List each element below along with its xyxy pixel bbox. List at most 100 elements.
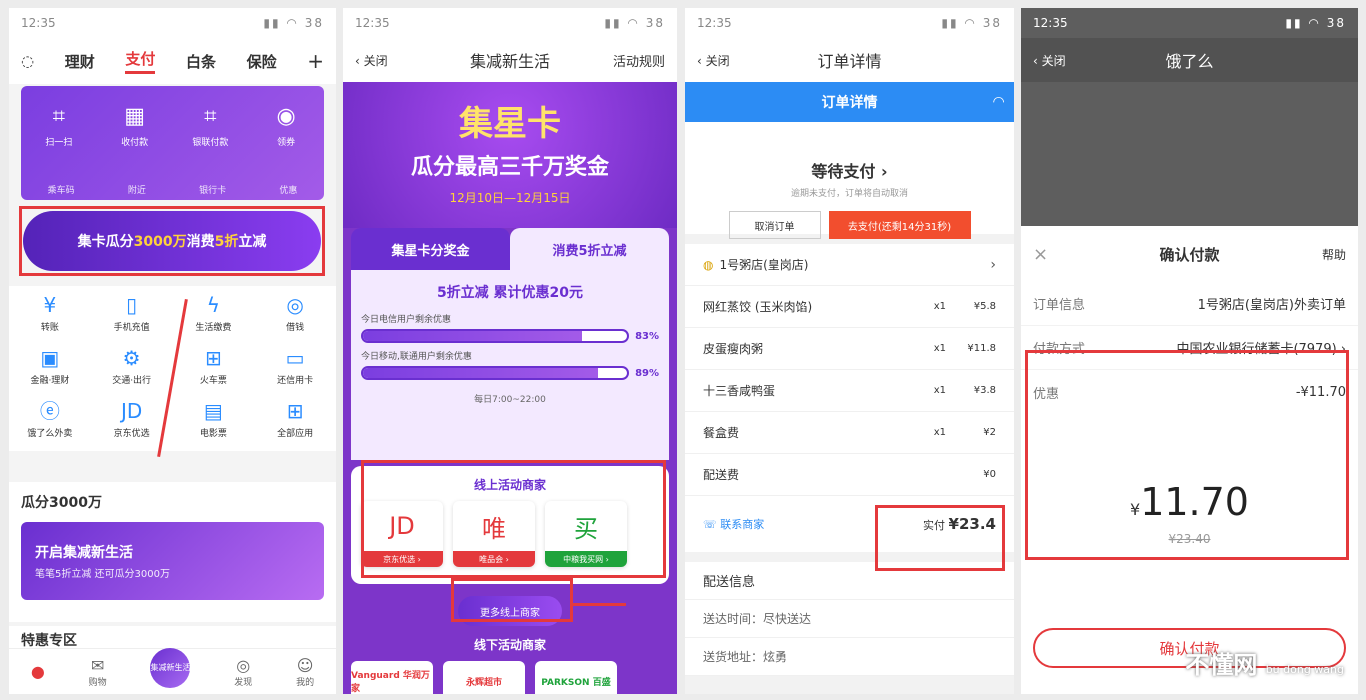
shop-row[interactable]: ◍ 1号粥店(皇岗店) › [685, 244, 1014, 286]
mobile-progress [361, 366, 629, 380]
cancel-order-button[interactable]: 取消订单 [728, 211, 821, 239]
promo-card[interactable]: 开启集减新生活 笔笔5折立减 还可瓜分3000万 [21, 522, 324, 600]
status-bar: 12:35 ▮▮ ◠ 38 [1033, 16, 1346, 30]
grid-icon: ¥ [43, 293, 57, 317]
wait-status[interactable]: 等待支付 › [811, 162, 887, 181]
back-button[interactable]: ‹ 关闭 [697, 52, 730, 69]
status-bar: 12:35 ▮▮ ◠ 38 [685, 8, 1014, 38]
grid-item[interactable]: ▭ 还信用卡 [254, 343, 336, 386]
hero-banner: 集星卡 瓜分最高三千万奖金 12月10日—12月15日 [343, 82, 677, 228]
watermark: 不懂网 bu dong wang [1185, 651, 1344, 679]
phone-order-detail: 12:35 ▮▮ ◠ 38 ‹ 关闭 订单详情 订单详情 ◠ 等待支付 › 逾期未支… [685, 8, 1014, 694]
unionpay-icon: ⌗ [204, 104, 217, 129]
activity-tabs: 集星卡分奖金 消费5折立减 [351, 228, 669, 270]
highlight-box [1025, 350, 1349, 560]
chat-icon[interactable]: ◌ [21, 52, 34, 70]
order-info-row: 订单信息 1号粥店(皇岗店)外卖订单 [1021, 282, 1358, 326]
nearby-link[interactable]: 附近 [128, 183, 146, 196]
order-item: 餐盒费 x1 ¥2 [685, 412, 1014, 454]
grid-item[interactable]: ▤ 电影票 [173, 396, 255, 439]
compass-icon: ◎ [236, 655, 251, 675]
back-button[interactable]: ‹ 关闭 [355, 52, 388, 69]
bottom-tabbar: ● ✉ 购物 集减新生活 ◎ 发现 ☺ 我的 [9, 647, 336, 694]
status-bar: 12:35 ▮▮ ◠ 38 [9, 8, 336, 38]
tab-pay[interactable]: 支付 [125, 48, 156, 74]
grid-icon: JD [120, 399, 143, 423]
coupon-button[interactable]: ◉ 领券 [256, 104, 316, 148]
status-time: 12:35 [21, 16, 56, 30]
page-title: 饿了么 [1165, 52, 1214, 71]
tab-discover[interactable]: ◎ 发现 [234, 656, 252, 688]
phone-jijian: 12:35 ▮▮ ◠ 38 ‹ 关闭 集减新生活 活动规则 集星卡 瓜分最高三千万… [343, 8, 677, 694]
section-divide: 瓜分3000万 开启集减新生活 笔笔5折立减 还可瓜分3000万 [9, 482, 336, 622]
offline-merchant[interactable]: Vanguard 华润万家 [351, 661, 433, 694]
highlight-box [361, 460, 666, 578]
annotation-arrow [570, 603, 626, 606]
go-pay-button[interactable]: 去支付(还剩14分31秒) [828, 211, 971, 239]
discount-panel: 5折立减 累计优惠20元 今日电信用户剩余优惠 83% 今日移动,联通用户剩余优… [351, 270, 669, 460]
highlight-box [451, 578, 573, 622]
grid-item[interactable]: ⓔ 饿了么外卖 [9, 396, 91, 439]
grid-item[interactable]: ⚙ 交通·出行 [91, 343, 173, 386]
back-button[interactable]: ‹ 关闭 [1033, 52, 1066, 69]
tab-star-card[interactable]: 集星卡分奖金 [351, 228, 510, 270]
offline-merchants: Vanguard 华润万家 永辉超市 PARKSON 百盛 [351, 661, 669, 694]
phone-confirm-pay: 12:35 ▮▮ ◠ 38 ‹ 关闭 饿了么 × 确认付款 帮助 订单信息 1号粥店… [1021, 8, 1358, 694]
highlight-box [875, 505, 1005, 571]
grid-icon: ⊞ [286, 399, 304, 423]
tab-insurance[interactable]: 保险 [247, 51, 277, 72]
mic-button[interactable]: ● [31, 662, 45, 681]
grid-item[interactable]: ▣ 金融·理财 [9, 343, 91, 386]
discount-link[interactable]: 优惠 [279, 183, 297, 196]
confirm-header: × 确认付款 帮助 [1021, 226, 1358, 282]
offline-merchant[interactable]: 永辉超市 [443, 661, 525, 694]
grid-item[interactable]: ▯ 手机充值 [91, 290, 173, 333]
status-icons: ▮▮ ◠ 38 [263, 16, 324, 30]
service-icon[interactable]: ◠ [993, 94, 1004, 110]
pay-code-button[interactable]: ▦ 收付款 [105, 104, 165, 148]
grid-icon: ⊞ [204, 346, 222, 370]
wait-pay-card: 等待支付 › 逾期未支付，订单将自动取消 取消订单 去支付(还剩14分31秒) [685, 122, 1014, 239]
rules-link[interactable]: 活动规则 [613, 51, 665, 70]
highlight-box [19, 206, 325, 276]
tab-me[interactable]: ☺ 我的 [296, 656, 314, 688]
tab-licai[interactable]: 理财 [65, 51, 95, 72]
coupon-icon: ◉ [276, 104, 296, 129]
contact-merchant[interactable]: ☏ 联系商家 [703, 516, 764, 532]
tab-jijian[interactable]: 集减新生活 [150, 647, 191, 688]
order-item: 皮蛋瘦肉粥 x1 ¥11.8 [685, 328, 1014, 370]
user-icon: ☺ [296, 655, 314, 675]
grid-item[interactable]: ⊞ 全部应用 [254, 396, 336, 439]
plus-icon[interactable]: + [307, 49, 324, 73]
offline-title: 线下活动商家 [473, 638, 546, 652]
pay-card: ⌗ 扫一扫 ▦ 收付款 ⌗ 银联付款 ◉ 领券 乘车码 附近 银行卡 优惠 [21, 86, 324, 200]
dimmed-background: 12:35 ▮▮ ◠ 38 ‹ 关闭 饿了么 [1021, 8, 1358, 226]
help-link[interactable]: 帮助 [1322, 246, 1346, 263]
tab-baitiao[interactable]: 白条 [186, 51, 216, 72]
confirm-title: 确认付款 [1159, 245, 1220, 264]
delivery-info: 配送信息 送达时间：尽快送达 送货地址：炫勇 [685, 562, 1014, 676]
bank-card-link[interactable]: 银行卡 [199, 183, 226, 196]
header: ‹ 关闭 订单详情 [685, 38, 1014, 82]
grid-item[interactable]: ◎ 借钱 [254, 290, 336, 333]
scan-button[interactable]: ⌗ 扫一扫 [29, 104, 89, 148]
grid-item[interactable]: ⊞ 火车票 [173, 343, 255, 386]
grid-icon: ▭ [285, 346, 305, 370]
unionpay-button[interactable]: ⌗ 银联付款 [180, 104, 240, 148]
order-item: 十三香咸鸭蛋 x1 ¥3.8 [685, 370, 1014, 412]
grid-icon: ⓔ [39, 399, 60, 423]
status-bar: 12:35 ▮▮ ◠ 38 [343, 8, 677, 38]
scan-icon: ⌗ [52, 104, 66, 129]
mic-icon: ● [30, 662, 45, 681]
tab-shopping[interactable]: ✉ 购物 [89, 656, 107, 688]
ride-code-link[interactable]: 乘车码 [48, 183, 75, 196]
grid-icon: ▤ [203, 399, 223, 423]
mail-icon: ✉ [90, 655, 105, 675]
header: ‹ 关闭 集减新生活 活动规则 [343, 38, 677, 82]
order-item: 配送费 ¥0 [685, 454, 1014, 496]
offline-merchant[interactable]: PARKSON 百盛 [535, 661, 617, 694]
shop-icon: ◍ [703, 257, 714, 272]
tab-half-off[interactable]: 消费5折立减 [510, 228, 669, 270]
grid-item[interactable]: ¥ 转账 [9, 290, 91, 333]
close-icon[interactable]: × [1033, 244, 1048, 265]
